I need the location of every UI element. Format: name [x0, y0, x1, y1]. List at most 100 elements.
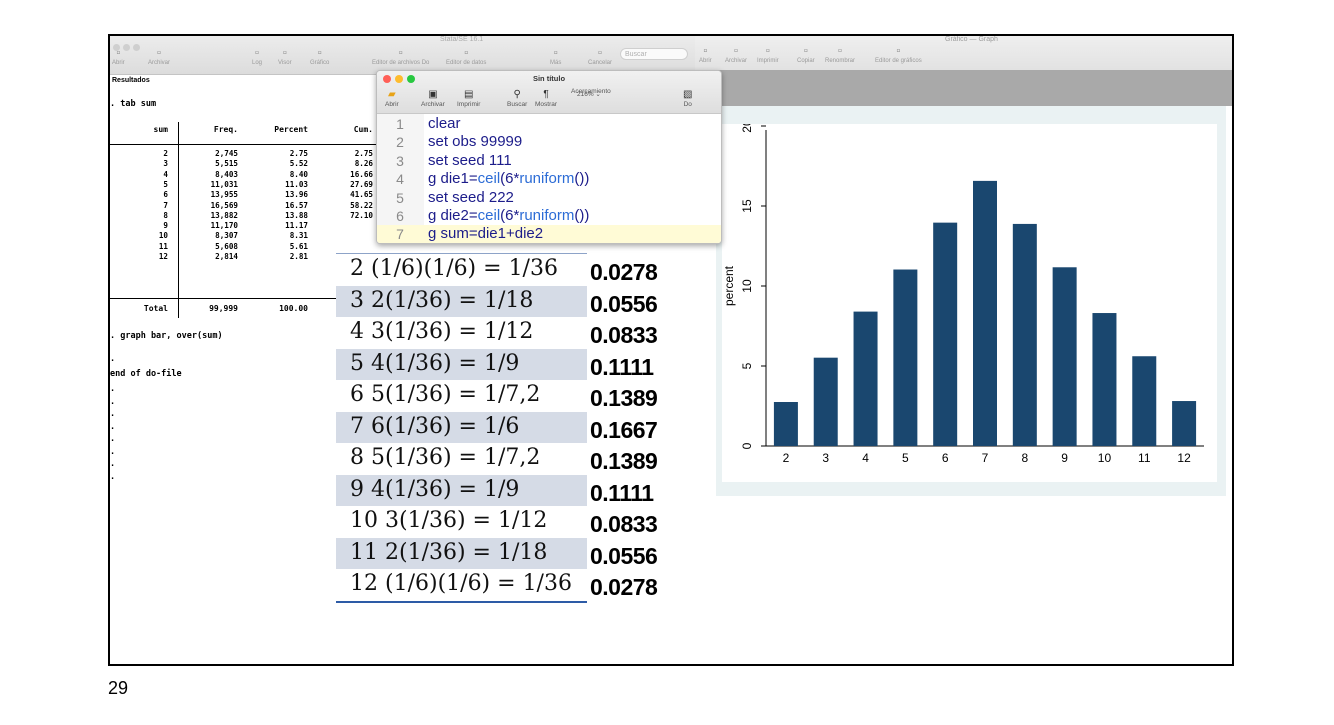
toolbar-button-label: Editor de datos [446, 60, 487, 66]
code-line[interactable]: 5 set seed 222 [377, 189, 721, 207]
prompt-dot: . [110, 409, 116, 419]
y-tick-label: 5 [740, 362, 754, 369]
log-icon: ▫ [255, 47, 259, 59]
x-tick-label: 11 [1138, 451, 1151, 465]
probability-row: 12 (1/6)(1/6) = 1/36 0.0278 [336, 569, 666, 601]
print-icon: ▤ [464, 89, 474, 100]
code-editor[interactable]: 1 clear 2 set obs 99999 3 set seed 111 4 g die1… [377, 114, 721, 243]
toolbar-button[interactable]: ▫ Cancelar [588, 46, 612, 66]
toolbar-button[interactable]: ▤ Imprimir [457, 88, 480, 108]
toolbar-button[interactable]: ▫ Log [252, 46, 262, 66]
bar-8 [1012, 223, 1037, 446]
toolbar-button[interactable]: ▫ Más [550, 46, 561, 66]
probability-value: 0.0556 [590, 542, 658, 569]
cell-freq: 5,608 [215, 241, 238, 251]
toolbar-button-label: Abrir [112, 60, 125, 66]
probability-value: 0.0556 [590, 290, 658, 317]
code-text: set seed 111 [428, 151, 512, 169]
table-divider-top [110, 144, 378, 145]
cell-sum: 11 [158, 241, 168, 251]
code-line[interactable]: 3 set seed 111 [377, 152, 721, 170]
bar-6 [933, 222, 958, 446]
eye-icon: ▫ [282, 47, 287, 59]
probability-expression: 2 (1/6)(1/6) = 1/36 [350, 256, 558, 281]
cell-freq: 11,170 [210, 221, 238, 231]
expression-text: 4(1/36) = 1/9 [371, 476, 520, 502]
bar-10 [1092, 313, 1117, 446]
do-icon: ▧ [683, 89, 693, 100]
probability-expression: 11 2(1/36) = 1/18 [350, 540, 547, 565]
cell-freq: 11,031 [210, 179, 238, 189]
toolbar-button[interactable]: ▧ Do [683, 88, 692, 108]
line-number: 6 [396, 208, 404, 224]
sum-value: 10 [350, 508, 378, 533]
probability-value: 0.0833 [590, 322, 658, 348]
toolbar-button[interactable]: ▫ Editor de archivos Do [372, 46, 429, 66]
toolbar-button-label: Copiar [797, 58, 815, 64]
code-line[interactable]: 4 g die1=ceil(6*runiform()) [377, 170, 721, 188]
cell-cum: 8.26 [354, 159, 373, 169]
toolbar-button-label: Gráfico [310, 60, 330, 66]
code-line[interactable]: 7 g sum=die1+die2 [377, 225, 721, 243]
code-line[interactable]: 1 clear [377, 115, 721, 133]
toolbar-button[interactable]: ▫ Gráfico [310, 46, 329, 66]
cell-freq: 2,814 [215, 252, 238, 261]
toolbar-button[interactable]: ▰ Abrir [385, 88, 399, 108]
x-tick-label: 10 [1098, 451, 1112, 465]
toolbar-button[interactable]: ▫ Archivar [148, 46, 170, 66]
code-line[interactable]: 2 set obs 99999 [377, 133, 721, 151]
table-row: 8 13,882 13.88 72.10 [110, 211, 378, 221]
toolbar-button-label: Archivar [421, 101, 445, 108]
toolbar-button-label: Cancelar [588, 60, 613, 66]
toolbar-button[interactable]: ⚲ Buscar [507, 88, 527, 108]
cell-percent: 8.40 [289, 169, 308, 179]
toolbar-button[interactable]: ▫ Imprimir [757, 44, 779, 64]
table-row: 5 11,031 11.03 27.69 [110, 180, 378, 190]
probability-value: 0.1111 [590, 479, 654, 506]
zoom-value: 216% [577, 91, 594, 98]
code-text: clear [428, 115, 461, 132]
toolbar-button[interactable]: ¶ Mostrar [535, 88, 557, 108]
toolbar-button[interactable]: ▫ Archivar [725, 44, 747, 64]
code-line[interactable]: 6 g die2=ceil(6*runiform()) [377, 207, 721, 225]
do-editor-icon: ▫ [398, 47, 403, 59]
total-freq: 99,999 [209, 304, 238, 313]
dofile-titlebar: Sin título ▰ Abrir ▣ Archivar ▤ Imprimir ⚲ Busc… [377, 71, 721, 114]
toolbar-button[interactable]: ▫ Renombrar [825, 44, 855, 64]
sum-value: 12 [350, 571, 378, 596]
toolbar-button[interactable]: ▫ Abrir [112, 46, 125, 66]
line-number: 7 [396, 226, 404, 243]
zoom-select[interactable]: 216% ⌄ [577, 90, 601, 98]
toolbar-button[interactable]: ▫ Copiar [797, 44, 815, 64]
toolbar-button[interactable]: ▣ Archivar [421, 88, 445, 108]
cell-sum: 10 [158, 231, 168, 241]
cell-freq: 2,745 [215, 149, 238, 158]
toolbar-button[interactable]: ▫ Editor de datos [446, 46, 486, 66]
app-title: Stata/SE 16.1 [440, 36, 484, 43]
header-cum: Cum. [353, 125, 373, 134]
toolbar-button-label: Imprimir [457, 101, 481, 108]
save-icon: ▫ [734, 45, 738, 57]
graph-editor-icon: ▫ [896, 45, 901, 57]
expression-text: 4(1/36) = 1/9 [371, 350, 520, 376]
cell-sum: 4 [163, 169, 168, 179]
pilcrow-icon: ¶ [543, 89, 549, 100]
cell-percent: 11.03 [285, 179, 308, 189]
y-tick-label: 15 [740, 199, 754, 213]
expression-text: 2(1/36) = 1/18 [371, 287, 534, 313]
cell-cum: 72.10 [350, 210, 373, 220]
toolbar-button[interactable]: ▫ Editor de gráficos [875, 44, 922, 64]
expression-text: 3(1/36) = 1/12 [371, 319, 534, 344]
search-input[interactable]: Buscar [620, 48, 688, 60]
probability-row: 3 2(1/36) = 1/18 0.0556 [336, 285, 666, 317]
toolbar-button[interactable]: ▫ Abrir [699, 44, 712, 64]
cell-percent: 16.57 [285, 200, 308, 210]
probability-expression: 5 4(1/36) = 1/9 [350, 351, 519, 376]
table-row: 2 2,745 2.75 2.75 [110, 149, 378, 159]
save-icon: ▫ [157, 47, 161, 59]
sum-value: 4 [350, 319, 364, 344]
bar-chart-svg: 0 5 10 15 20 percent 2 3 4 5 6 7 8 9 10 11 12 [722, 119, 1204, 465]
probability-value: 0.1111 [590, 353, 654, 380]
graph-area: 0 5 10 15 20 percent 2 3 4 5 6 7 8 9 10 11 12 [716, 106, 1226, 496]
toolbar-button[interactable]: ▫ Visor [278, 46, 292, 66]
